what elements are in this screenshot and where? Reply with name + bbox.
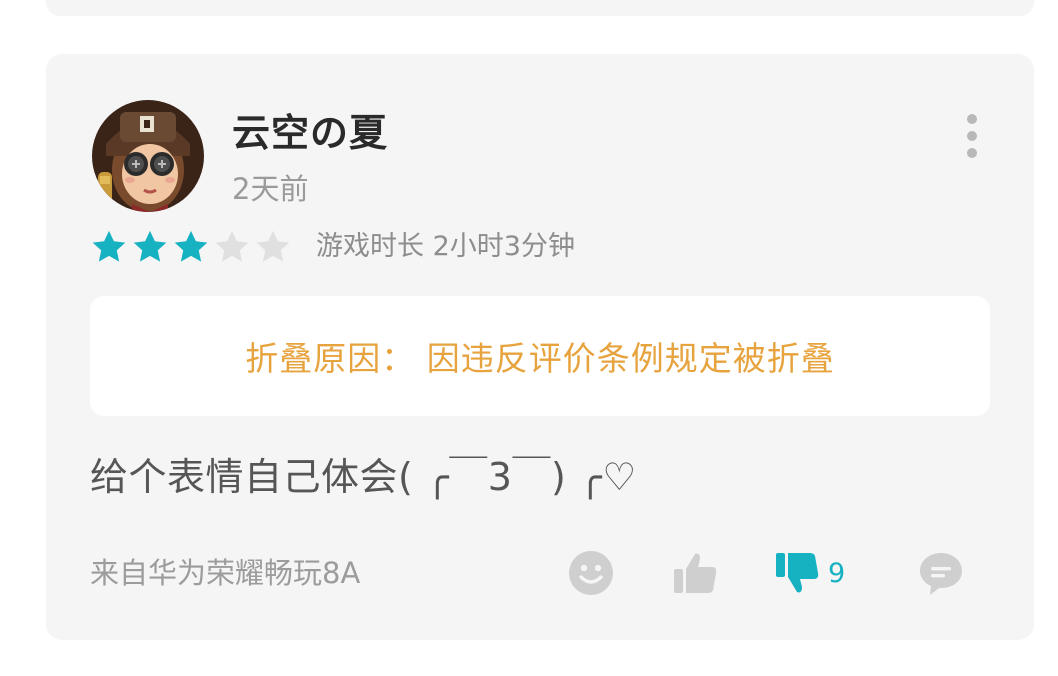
play-time: 游戏时长 2小时3分钟 <box>316 231 575 262</box>
more-vertical-icon <box>967 114 977 124</box>
rating-stars <box>90 228 292 266</box>
star-filled-icon <box>174 230 208 262</box>
thumbs-down-icon <box>776 553 819 593</box>
user-avatar[interactable] <box>92 100 204 212</box>
avatar-illustration <box>92 100 204 212</box>
star-filled-icon <box>133 230 167 262</box>
previous-review-card <box>46 0 1034 16</box>
more-vertical-icon-dot <box>967 131 977 141</box>
post-time: 2天前 <box>232 172 309 206</box>
review-card: 云空の夏 2天前 游戏时长 2小时3分钟 折叠原因： 因违反评价条例规定被折叠 … <box>46 54 1034 640</box>
star-empty-icon <box>256 230 290 262</box>
smiley-icon <box>569 551 613 595</box>
dislike-button[interactable]: 9 <box>774 548 845 598</box>
device-info: 来自华为荣耀畅玩8A <box>90 556 361 590</box>
fold-notice: 折叠原因： 因违反评价条例规定被折叠 <box>90 296 990 416</box>
more-vertical-icon-dot <box>967 148 977 158</box>
emoji-reaction-button[interactable] <box>568 548 614 598</box>
review-content: 给个表情自己体会( ╭￣3￣) ╭♡ <box>90 455 637 499</box>
more-options-button[interactable] <box>946 106 998 166</box>
like-button[interactable] <box>672 548 718 598</box>
thumbs-up-icon <box>674 553 717 593</box>
reply-button[interactable] <box>918 548 964 598</box>
dislike-count: 9 <box>828 557 846 589</box>
comment-icon <box>920 553 962 595</box>
username[interactable]: 云空の夏 <box>232 102 388 157</box>
fold-reason-text: 折叠原因： 因违反评价条例规定被折叠 <box>245 339 835 378</box>
star-empty-icon <box>215 230 249 262</box>
star-filled-icon <box>92 230 126 262</box>
